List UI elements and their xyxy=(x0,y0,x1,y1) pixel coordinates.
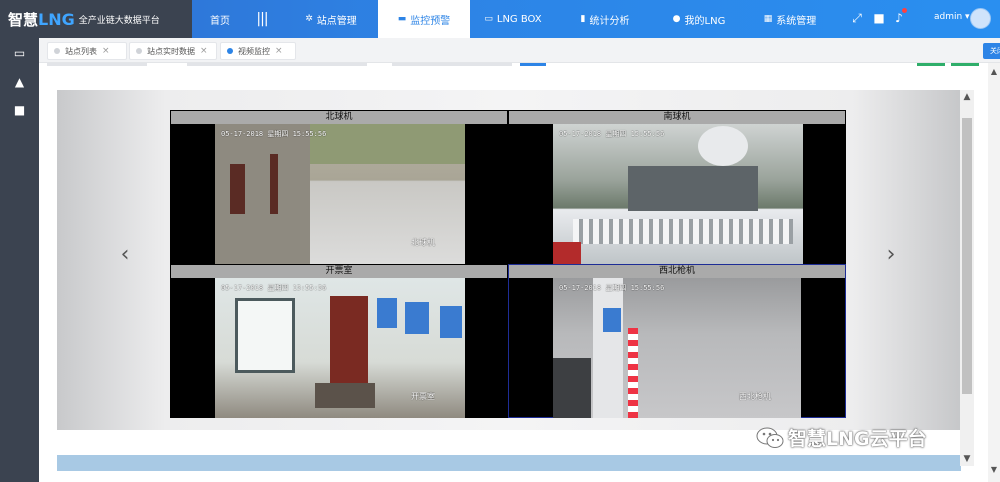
watermark: 智慧LNG云平台 xyxy=(756,424,927,451)
carousel-scrollbar[interactable]: ▲ ▼ xyxy=(960,90,974,466)
carousel-next-button[interactable]: › xyxy=(881,242,901,268)
camera-caption: 北球机 xyxy=(411,238,435,247)
main-content: ‹ › 北球机 05-17-2018 星期四 15:55:56 北球机 南球机 xyxy=(39,63,1000,482)
camera-label: 开票室 xyxy=(171,265,507,278)
page-tabs: 站点列表 × 站点实时数据 × 视频监控 × 关闭其他 xyxy=(39,38,1000,63)
user-menu[interactable]: admin ▾ xyxy=(934,12,970,22)
tab-site-realtime[interactable]: 站点实时数据 × xyxy=(129,42,217,60)
nav-lng-box-label: LNG BOX xyxy=(496,13,542,25)
nav-my-lng-label: 我的LNG xyxy=(684,15,726,27)
menu-toggle-button[interactable]: ||| xyxy=(250,0,274,38)
camera-caption: 开票室 xyxy=(411,392,435,401)
close-icon[interactable]: × xyxy=(102,46,110,56)
camera-timestamp: 05-17-2018 星期四 15:55:56 xyxy=(559,284,665,292)
info-band xyxy=(57,455,961,471)
tab-label: 视频监控 xyxy=(238,46,270,56)
camera-feed-north-dome[interactable]: 北球机 05-17-2018 星期四 15:55:56 北球机 xyxy=(170,110,508,264)
camera-video: 05-17-2018 星期四 15:55:56 开票室 xyxy=(215,278,465,418)
camera-label: 北球机 xyxy=(171,111,507,124)
scroll-up-icon[interactable]: ▲ xyxy=(960,90,974,104)
filter-strip xyxy=(47,63,987,69)
camera-video: 05-17-2018 星期四 15:55:56 北球机 xyxy=(215,124,465,264)
logo-text: 智慧 xyxy=(8,10,39,29)
tab-label: 站点列表 xyxy=(65,46,97,56)
tab-label: 站点实时数据 xyxy=(147,46,195,56)
carousel-prev-button[interactable]: ‹ xyxy=(115,242,135,268)
scroll-thumb[interactable] xyxy=(962,118,972,394)
video-carousel: ‹ › 北球机 05-17-2018 星期四 15:55:56 北球机 南球机 xyxy=(57,90,961,430)
wechat-icon xyxy=(756,427,784,449)
lock-icon[interactable]: ■ xyxy=(872,11,886,25)
tab-video-monitoring[interactable]: 视频监控 × xyxy=(220,42,296,60)
logo-subtitle: 全产业链大数据平台 xyxy=(78,15,160,26)
gear-icon: ✲ xyxy=(305,14,313,24)
user-icon: ● xyxy=(672,14,681,24)
nav-my-lng[interactable]: ● 我的LNG xyxy=(664,0,734,38)
camera-feed-south-dome[interactable]: 南球机 05-17-2018 星期四 15:55:56 xyxy=(508,110,846,264)
nav-monitoring[interactable]: ▬ 监控预警 xyxy=(378,0,470,38)
menu-bars-icon: ||| xyxy=(256,11,268,27)
logo-lng-text: LNG xyxy=(38,9,75,29)
left-sidebar: ▭ ▲ ■ xyxy=(0,38,39,482)
camera-feed-ticket-office[interactable]: 开票室 05-17-2018 星期四 15:55:56 开票室 xyxy=(170,264,508,418)
app-logo: 智慧 LNG 全产业链大数据平台 xyxy=(0,0,192,38)
nav-lng-box[interactable]: ▭ LNG BOX xyxy=(478,0,548,38)
nav-site-management-label: 站点管理 xyxy=(316,15,357,27)
camera-caption: 西北枪机 xyxy=(739,392,771,401)
scroll-up-icon[interactable]: ▲ xyxy=(988,67,1000,76)
nav-system-management[interactable]: ▦ 系统管理 xyxy=(756,0,824,38)
camera-timestamp: 05-17-2018 星期四 15:55:56 xyxy=(559,130,665,138)
nav-home[interactable]: 首页 xyxy=(194,0,246,38)
top-navbar: 智慧 LNG 全产业链大数据平台 首页 ||| ✲ 站点管理 ▬ 监控预警 ▭ … xyxy=(0,0,1000,38)
watermark-text: 智慧LNG云平台 xyxy=(788,428,927,450)
monitor-icon[interactable]: ▭ xyxy=(11,45,28,62)
monitor-icon: ▬ xyxy=(397,14,407,24)
tab-dot xyxy=(136,48,142,54)
camera-feed-northwest-bullet[interactable]: 西北枪机 05-17-2018 星期四 15:55:56 西北枪机 xyxy=(508,264,846,418)
scroll-down-icon[interactable]: ▼ xyxy=(988,465,1000,474)
grid-icon: ▦ xyxy=(763,14,773,24)
bell-icon[interactable]: ♪ xyxy=(892,11,906,25)
nav-statistics-label: 统计分析 xyxy=(589,15,630,27)
camera-label: 南球机 xyxy=(509,111,845,124)
tab-site-list[interactable]: 站点列表 × xyxy=(47,42,127,60)
nav-home-label: 首页 xyxy=(210,15,230,27)
video-camera-icon[interactable]: ■ xyxy=(11,102,28,119)
warning-icon[interactable]: ▲ xyxy=(11,74,28,91)
bar-chart-icon: ▮ xyxy=(580,14,586,24)
page-scrollbar[interactable]: ▲ ▼ xyxy=(988,63,1000,482)
close-icon[interactable]: × xyxy=(200,46,208,56)
close-others-button[interactable]: 关闭其他 xyxy=(983,43,1000,59)
camera-video: 05-17-2018 星期四 15:55:56 xyxy=(553,124,803,264)
camera-timestamp: 05-17-2018 星期四 15:55:56 xyxy=(221,130,327,138)
nav-system-management-label: 系统管理 xyxy=(776,15,817,27)
notification-dot xyxy=(902,8,907,13)
nav-statistics[interactable]: ▮ 统计分析 xyxy=(572,0,638,38)
nav-site-management[interactable]: ✲ 站点管理 xyxy=(292,0,370,38)
close-icon[interactable]: × xyxy=(275,46,283,56)
camera-label: 西北枪机 xyxy=(509,265,845,278)
nav-monitoring-label: 监控预警 xyxy=(410,15,451,27)
fullscreen-icon[interactable]: ⤢ xyxy=(850,11,864,25)
box-icon: ▭ xyxy=(484,14,493,24)
scroll-down-icon[interactable]: ▼ xyxy=(960,452,974,466)
tab-dot xyxy=(227,48,233,54)
tab-dot xyxy=(54,48,60,54)
camera-video: 05-17-2018 星期四 15:55:56 西北枪机 xyxy=(553,278,801,418)
camera-timestamp: 05-17-2018 星期四 15:55:56 xyxy=(221,284,327,292)
avatar[interactable] xyxy=(970,8,991,29)
